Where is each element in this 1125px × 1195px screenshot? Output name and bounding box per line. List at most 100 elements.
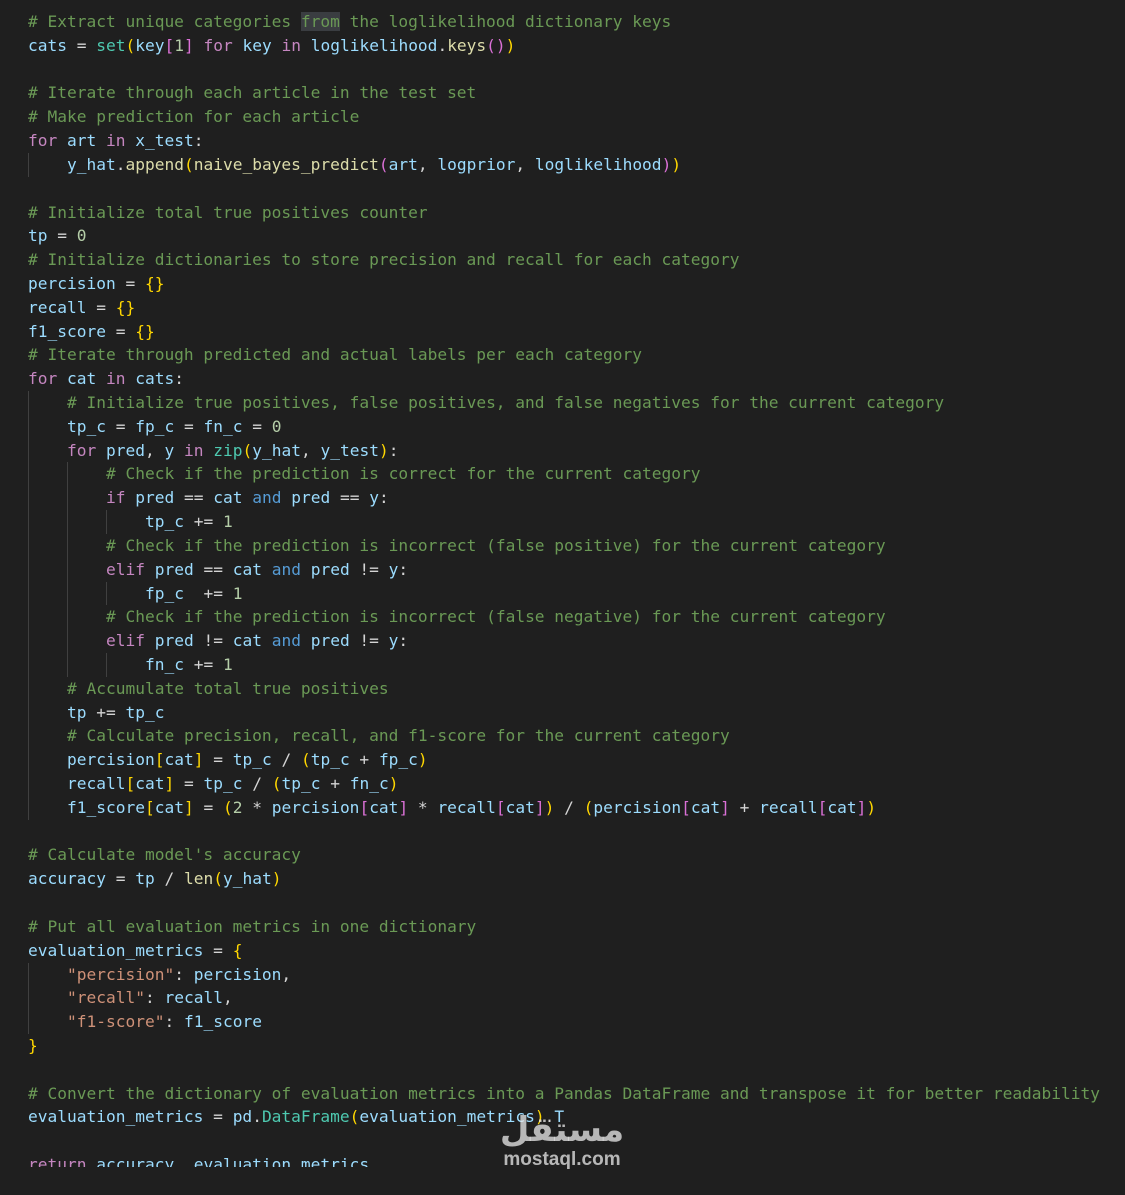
code-token: loglikelihood (534, 154, 662, 174)
code-line[interactable]: # Initialize total true positives counte… (0, 201, 1125, 225)
code-token: evaluation_metrics (193, 1155, 370, 1167)
code-token: ) (417, 750, 428, 770)
code-line[interactable]: "percision": percision, (0, 962, 1125, 987)
indent-guide (28, 152, 29, 177)
code-line[interactable]: # Iterate through predicted and actual l… (0, 343, 1125, 367)
code-line[interactable]: cats = set(key[1] for key in loglikeliho… (0, 34, 1125, 58)
code-line[interactable]: y_hat.append(naive_bayes_predict(art, lo… (0, 152, 1125, 177)
code-line[interactable]: elif pred != cat and pred != y: (0, 629, 1125, 653)
code-line[interactable]: percision[cat] = tp_c / (tp_c + fp_c) (0, 748, 1125, 772)
code-token: {} (115, 297, 136, 317)
code-line[interactable]: percision = {} (0, 272, 1125, 296)
code-line[interactable] (0, 820, 1125, 844)
code-token: tp_c (281, 774, 321, 793)
code-line[interactable]: for art in x_test: (0, 129, 1125, 153)
code-line[interactable] (0, 1058, 1125, 1082)
code-line[interactable]: tp_c = fp_c = fn_c = 0 (0, 414, 1125, 439)
indent-guide (67, 652, 68, 677)
code-token: 1 (174, 35, 184, 55)
code-line[interactable]: fn_c += 1 (0, 652, 1125, 677)
code-line[interactable]: "recall": recall, (0, 986, 1125, 1011)
code-token: ) (661, 154, 672, 174)
indent-guide (28, 486, 29, 511)
code-line[interactable]: # Make prediction for each article (0, 105, 1125, 129)
code-token: cat (213, 488, 243, 508)
code-token: = (47, 226, 77, 246)
code-line[interactable]: recall = {} (0, 296, 1125, 320)
code-token: != (349, 559, 389, 579)
code-token: tp_c (125, 702, 165, 722)
code-token: ) (388, 774, 399, 793)
code-line[interactable]: # Extract unique categories from the log… (0, 10, 1125, 34)
code-token: f1_score (183, 1012, 262, 1032)
code-token: y (164, 440, 175, 460)
code-token: ] (720, 797, 730, 817)
code-token: y (369, 488, 379, 508)
code-token: # Extract unique categories (28, 12, 301, 31)
code-token: y_hat (67, 154, 116, 174)
code-token: [ (495, 797, 506, 817)
code-line[interactable]: f1_score[cat] = (2 * percision[cat] * re… (0, 795, 1125, 820)
code-token: and (271, 631, 301, 651)
code-line[interactable]: "f1-score": f1_score (0, 1010, 1125, 1034)
code-token: fp_c (378, 750, 418, 770)
code-line[interactable]: # Calculate precision, recall, and f1-sc… (0, 724, 1125, 749)
code-line[interactable]: recall[cat] = tp_c / (tp_c + fn_c) (0, 772, 1125, 796)
indent-guide (28, 438, 29, 463)
code-line[interactable] (0, 891, 1125, 915)
code-line[interactable]: elif pred == cat and pred != y: (0, 557, 1125, 582)
code-line[interactable]: fp_c += 1 (0, 581, 1125, 606)
code-token: pred (154, 631, 194, 651)
code-token: = (193, 797, 223, 817)
code-line[interactable]: # Check if the prediction is correct for… (0, 462, 1125, 487)
code-token: keys (447, 35, 487, 55)
code-token: # Make prediction for each article (28, 107, 360, 127)
code-token: pred (154, 559, 194, 579)
code-line[interactable]: f1_score = {} (0, 320, 1125, 344)
code-editor[interactable]: # Extract unique categories from the log… (0, 0, 1125, 1195)
code-line[interactable]: # Calculate model's accuracy (0, 843, 1125, 867)
code-line[interactable]: # Convert the dictionary of evaluation m… (0, 1082, 1125, 1106)
indent-guide (67, 486, 68, 511)
code-line[interactable]: tp_c += 1 (0, 510, 1125, 534)
code-line[interactable]: evaluation_metrics = { (0, 939, 1125, 963)
code-token: * (242, 797, 272, 817)
code-line[interactable]: for pred, y in zip(y_hat, y_test): (0, 438, 1125, 463)
indent-guide (67, 605, 68, 630)
code-line[interactable]: # Initialize dictionaries to store preci… (0, 248, 1125, 272)
code-line[interactable]: # Accumulate total true positives (0, 676, 1125, 701)
code-line[interactable]: # Check if the prediction is incorrect (… (0, 533, 1125, 558)
code-line[interactable] (0, 177, 1125, 201)
code-token: , (300, 440, 321, 460)
code-line[interactable]: # Iterate through each article in the te… (0, 81, 1125, 105)
code-line[interactable]: } (0, 1034, 1125, 1058)
code-token: ] (183, 797, 194, 817)
code-token: y_test (320, 440, 379, 460)
code-line[interactable]: accuracy = tp / len(y_hat) (0, 867, 1125, 891)
code-token: the loglikelihood dictionary keys (339, 12, 672, 31)
code-token: # Iterate through predicted and actual l… (28, 345, 642, 365)
code-token: { (232, 940, 243, 960)
code-line[interactable]: if pred == cat and pred == y: (0, 486, 1125, 511)
code-token: + (349, 750, 379, 770)
code-token: ( (349, 1107, 360, 1127)
code-token: y_hat (222, 869, 272, 889)
code-line[interactable]: for cat in cats: (0, 367, 1125, 391)
code-token: . (252, 1107, 262, 1127)
code-token: cat (690, 797, 721, 817)
code-token: [ (817, 797, 828, 817)
code-token: , (281, 964, 292, 984)
code-token: fp_c (135, 416, 175, 436)
code-token: pred (310, 559, 350, 579)
code-line[interactable]: tp += tp_c (0, 700, 1125, 725)
code-line[interactable]: # Check if the prediction is incorrect (… (0, 605, 1125, 630)
code-token: += (183, 512, 223, 532)
code-token: fn_c (349, 774, 389, 793)
code-line[interactable]: # Put all evaluation metrics in one dict… (0, 915, 1125, 939)
code-token: tp (67, 702, 87, 722)
code-token: fp_c (145, 583, 184, 603)
code-line[interactable]: tp = 0 (0, 224, 1125, 248)
code-line[interactable] (0, 58, 1125, 82)
code-line[interactable]: # Initialize true positives, false posit… (0, 391, 1125, 415)
